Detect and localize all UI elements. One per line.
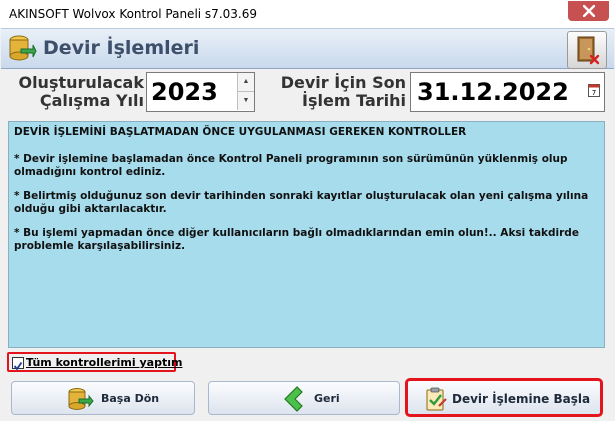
section-header: Devir İşlemleri: [1, 28, 614, 69]
date-field[interactable]: 31.12.2022 7: [410, 72, 605, 112]
home-button[interactable]: Başa Dön: [11, 381, 195, 415]
confirm-checkbox-label[interactable]: Tüm kontrollerimi yaptım: [26, 356, 182, 369]
back-button[interactable]: Geri: [208, 381, 400, 415]
clipboard-check-icon: [426, 387, 447, 411]
page-title: Devir İşlemleri: [43, 37, 200, 59]
spin-down-icon[interactable]: ▼: [237, 92, 254, 110]
checkmark-icon: [13, 361, 23, 371]
back-button-label: Geri: [314, 392, 340, 405]
notice-item: * Bu işlemi yapmadan önce diğer kullanıc…: [14, 227, 579, 252]
notice-heading: DEVİR İŞLEMİNİ BAŞLATMADAN ÖNCE UYGULANM…: [14, 126, 467, 138]
date-label: Devir İçin Son İşlem Tarihi: [262, 74, 406, 110]
year-label-line1: Oluşturulacak: [18, 73, 144, 92]
year-value[interactable]: 2023: [151, 78, 218, 106]
database-transfer-icon: [68, 388, 94, 410]
close-icon: [582, 5, 595, 17]
start-transfer-button[interactable]: Devir İşlemine Başla: [405, 378, 603, 417]
database-transfer-icon: [9, 35, 37, 61]
confirm-checkbox-row[interactable]: Tüm kontrollerimi yaptım: [7, 352, 182, 372]
date-value[interactable]: 31.12.2022: [417, 78, 569, 106]
exit-door-icon: [577, 36, 600, 65]
close-button[interactable]: [568, 1, 609, 21]
date-label-line2: İşlem Tarihi: [302, 91, 406, 110]
home-button-label: Başa Dön: [101, 392, 160, 405]
back-arrow-icon: [284, 386, 303, 412]
svg-text:7: 7: [592, 89, 596, 97]
start-transfer-button-label: Devir İşlemine Başla: [452, 392, 591, 406]
spin-up-icon[interactable]: ▲: [237, 73, 254, 92]
year-label: Oluşturulacak Çalışma Yılı: [8, 74, 144, 110]
window-title: AKINSOFT Wolvox Kontrol Paneli s7.03.69: [9, 7, 257, 21]
year-label-line2: Çalışma Yılı: [39, 91, 144, 110]
notice-item: * Devir işlemine başlamadan önce Kontrol…: [14, 153, 568, 178]
notice-memo[interactable]: DEVİR İŞLEMİNİ BAŞLATMADAN ÖNCE UYGULANM…: [8, 121, 605, 348]
notice-item: * Belirtmiş olduğunuz son devir tarihind…: [14, 190, 589, 215]
title-bar: AKINSOFT Wolvox Kontrol Paneli s7.03.69: [0, 0, 615, 28]
date-label-line1: Devir İçin Son: [280, 73, 406, 92]
calendar-icon[interactable]: 7: [588, 83, 600, 97]
app-window: AKINSOFT Wolvox Kontrol Paneli s7.03.69 …: [0, 0, 615, 421]
exit-button[interactable]: [567, 31, 607, 69]
confirm-checkbox[interactable]: [12, 357, 24, 371]
year-spinner[interactable]: 2023 ▲ ▼: [146, 72, 255, 112]
